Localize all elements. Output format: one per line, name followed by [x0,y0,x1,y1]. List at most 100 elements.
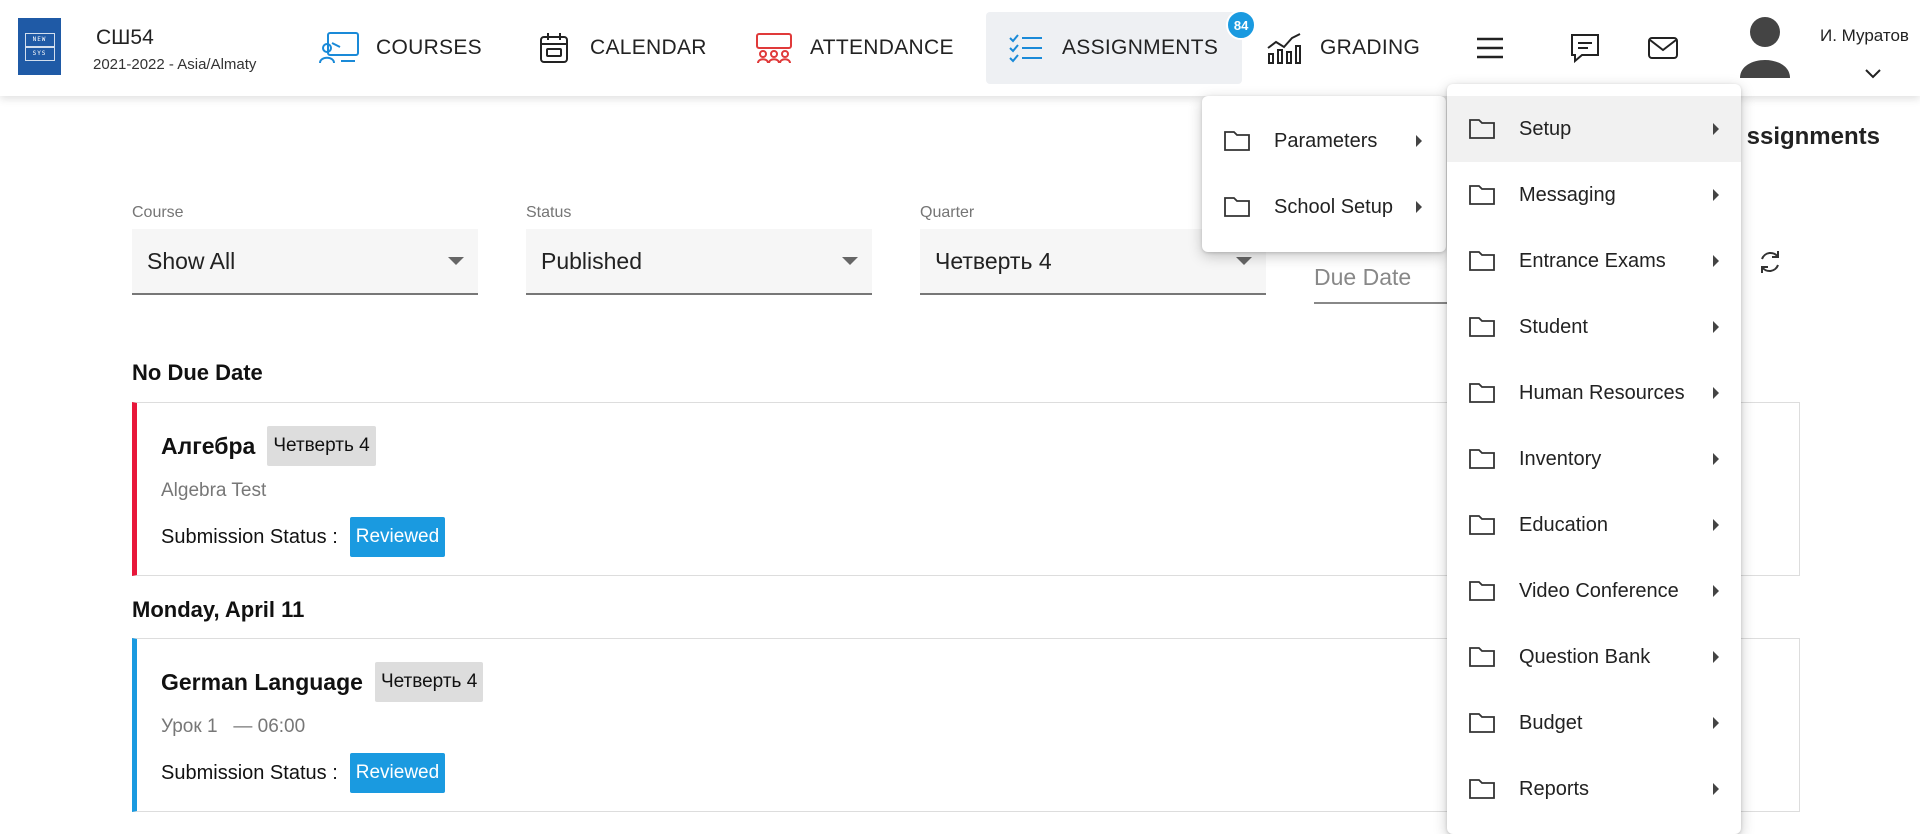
menu-item-label: Question Bank [1519,645,1651,668]
menu-item-label: Entrance Exams [1519,249,1666,272]
folder-icon [1469,779,1495,799]
chevron-right-icon [1713,585,1719,597]
status-select-value: Published [541,247,643,274]
chevron-right-icon [1713,651,1719,663]
logo-text-line-1: NEW [24,32,55,47]
menu-item-human-resources[interactable]: Human Resources [1447,360,1741,426]
folder-icon [1469,185,1495,205]
hamburger-menu-icon[interactable] [1470,28,1510,68]
submission-status-label: Submission Status : [161,525,338,548]
nav-attendance[interactable]: ATTENDANCE [752,12,954,84]
chevron-right-icon [1713,255,1719,267]
card-course-name: German Language [161,668,363,695]
quarter-select-value: Четверть 4 [935,247,1052,274]
calendar-icon [532,26,576,70]
card-assignment-title: Урок 1 — 06:00 [161,716,306,737]
nav-calendar-label: CALENDAR [590,36,707,59]
nav-calendar[interactable]: CALENDAR [532,12,707,84]
courses-icon [318,26,362,70]
course-select[interactable]: Show All [132,229,478,295]
folder-icon [1469,581,1495,601]
menu-item-label: Messaging [1519,183,1616,206]
status-filter: Status Published [526,204,872,295]
status-filter-label: Status [526,204,572,221]
nav-grading[interactable]: GRADING [1262,12,1420,84]
menu-item-student[interactable]: Student [1447,294,1741,360]
chevron-right-icon [1416,201,1422,213]
chevron-right-icon [1713,123,1719,135]
school-logo[interactable]: NEW SYS [18,18,61,75]
logo-text-line-2: SYS [24,46,55,61]
course-select-value: Show All [147,247,236,274]
chevron-right-icon [1713,387,1719,399]
course-filter-label: Course [132,204,184,221]
menu-item-label: Inventory [1519,447,1602,470]
status-badge: Reviewed [349,517,446,557]
folder-icon [1469,647,1495,667]
status-badge: Reviewed [349,753,446,793]
nav-assignments[interactable]: ASSIGNMENTS 84 [986,10,1257,84]
attendance-icon [752,26,796,70]
top-navigation-bar: NEW SYS СШ54 2021-2022 - Asia/Almaty COU… [0,0,1920,96]
school-year: 2021-2022 - Asia/Almaty [93,56,257,73]
menu-item-label: Human Resources [1519,381,1685,404]
chevron-right-icon [1713,453,1719,465]
status-select[interactable]: Published [526,229,872,295]
folder-icon [1469,713,1495,733]
school-name: СШ54 [96,26,154,49]
menu-item-messaging[interactable]: Messaging [1447,162,1741,228]
menu-item-entrance-exams[interactable]: Entrance Exams [1447,228,1741,294]
nav-attendance-label: ATTENDANCE [810,36,954,59]
menu-item-label: Reports [1519,777,1590,800]
user-name[interactable]: И. Муратов [1820,26,1909,46]
nav-assignments-label: ASSIGNMENTS [1062,36,1219,59]
chevron-right-icon [1713,783,1719,795]
admin-dropdown-menu: Setup Messaging Entrance Exams Student H… [1447,84,1741,834]
menu-item-label: Parameters [1274,129,1378,152]
nav-grading-label: GRADING [1320,36,1421,59]
menu-item-inventory[interactable]: Inventory [1447,426,1741,492]
menu-item-question-bank[interactable]: Question Bank [1447,624,1741,690]
menu-item-school-setup[interactable]: School Setup [1202,174,1446,240]
refresh-icon[interactable] [1756,248,1784,276]
card-course-name: Алгебра [161,432,256,459]
chevron-right-icon [1416,135,1422,147]
menu-item-label: Budget [1519,711,1583,734]
nav-courses-label: COURSES [376,36,482,59]
user-avatar[interactable] [1738,16,1792,78]
menu-item-reports[interactable]: Reports [1447,756,1741,822]
folder-icon [1469,251,1495,271]
menu-item-video-conference[interactable]: Video Conference [1447,558,1741,624]
group-title: No Due Date [132,360,263,385]
dropdown-arrow-icon [842,257,858,265]
mail-icon[interactable] [1643,28,1683,68]
assignments-icon [1004,26,1048,70]
setup-submenu: Parameters School Setup [1202,96,1446,252]
menu-item-label: Setup [1519,117,1572,140]
folder-icon [1469,119,1495,139]
folder-icon [1469,317,1495,337]
menu-item-setup[interactable]: Setup [1447,96,1741,162]
card-assignment-title: Algebra Test [161,480,267,501]
menu-item-label: School Setup [1274,195,1393,218]
menu-item-parameters[interactable]: Parameters [1202,108,1446,174]
chevron-down-icon[interactable] [1863,66,1883,82]
chat-icon[interactable] [1565,28,1605,68]
nav-courses[interactable]: COURSES [318,12,482,84]
course-filter: Course Show All [132,204,478,295]
chevron-right-icon [1713,321,1719,333]
dropdown-arrow-icon [448,257,464,265]
submission-status-label: Submission Status : [161,761,338,784]
folder-icon [1224,197,1250,217]
chevron-right-icon [1713,717,1719,729]
quarter-tag: Четверть 4 [267,426,376,466]
due-date-input[interactable]: Due Date [1314,258,1454,304]
menu-item-label: Video Conference [1519,579,1679,602]
folder-icon [1469,515,1495,535]
chevron-right-icon [1713,519,1719,531]
menu-item-budget[interactable]: Budget [1447,690,1741,756]
chevron-right-icon [1713,189,1719,201]
folder-icon [1224,131,1250,151]
folder-icon [1469,383,1495,403]
menu-item-education[interactable]: Education [1447,492,1741,558]
